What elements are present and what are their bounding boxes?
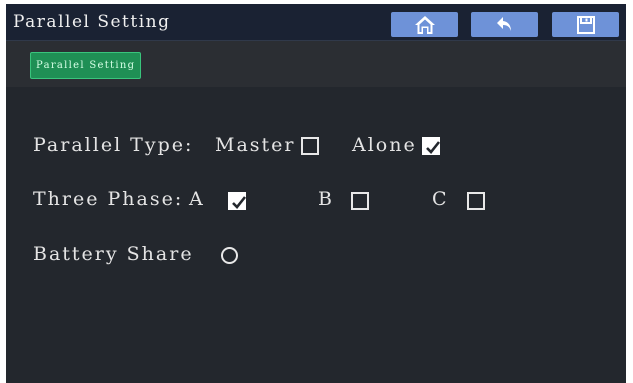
battery-share-label: Battery Share bbox=[33, 243, 194, 265]
save-icon bbox=[576, 15, 595, 34]
parallel-type-label: Parallel Type: bbox=[33, 134, 194, 156]
phase-c-label: C bbox=[432, 188, 449, 210]
three-phase-label: Three Phase: bbox=[33, 188, 184, 210]
checkmark-icon bbox=[232, 196, 247, 209]
battery-share-radio[interactable] bbox=[221, 247, 238, 264]
tab-bar: Parallel Setting bbox=[6, 41, 626, 87]
home-button[interactable] bbox=[391, 12, 458, 37]
phase-b-checkbox[interactable] bbox=[351, 192, 369, 210]
back-button[interactable] bbox=[471, 12, 538, 37]
home-icon bbox=[414, 15, 435, 34]
alone-checkbox[interactable] bbox=[422, 137, 441, 155]
checkmark-icon bbox=[426, 141, 441, 154]
master-label: Master bbox=[215, 134, 296, 156]
back-arrow-icon bbox=[496, 16, 511, 31]
alone-label: Alone bbox=[352, 134, 417, 156]
save-button[interactable] bbox=[552, 12, 619, 37]
tab-parallel-setting[interactable]: Parallel Setting bbox=[30, 52, 142, 79]
title-bar: Parallel Setting bbox=[6, 4, 626, 41]
phase-a-checkbox[interactable] bbox=[228, 192, 247, 210]
phase-c-checkbox[interactable] bbox=[467, 192, 485, 210]
phase-a-label: A bbox=[189, 188, 205, 210]
master-checkbox[interactable] bbox=[301, 137, 319, 155]
screen: Parallel Setting Parallel Setting Parall… bbox=[6, 4, 626, 383]
phase-b-label: B bbox=[318, 188, 334, 210]
page-title: Parallel Setting bbox=[13, 12, 171, 32]
